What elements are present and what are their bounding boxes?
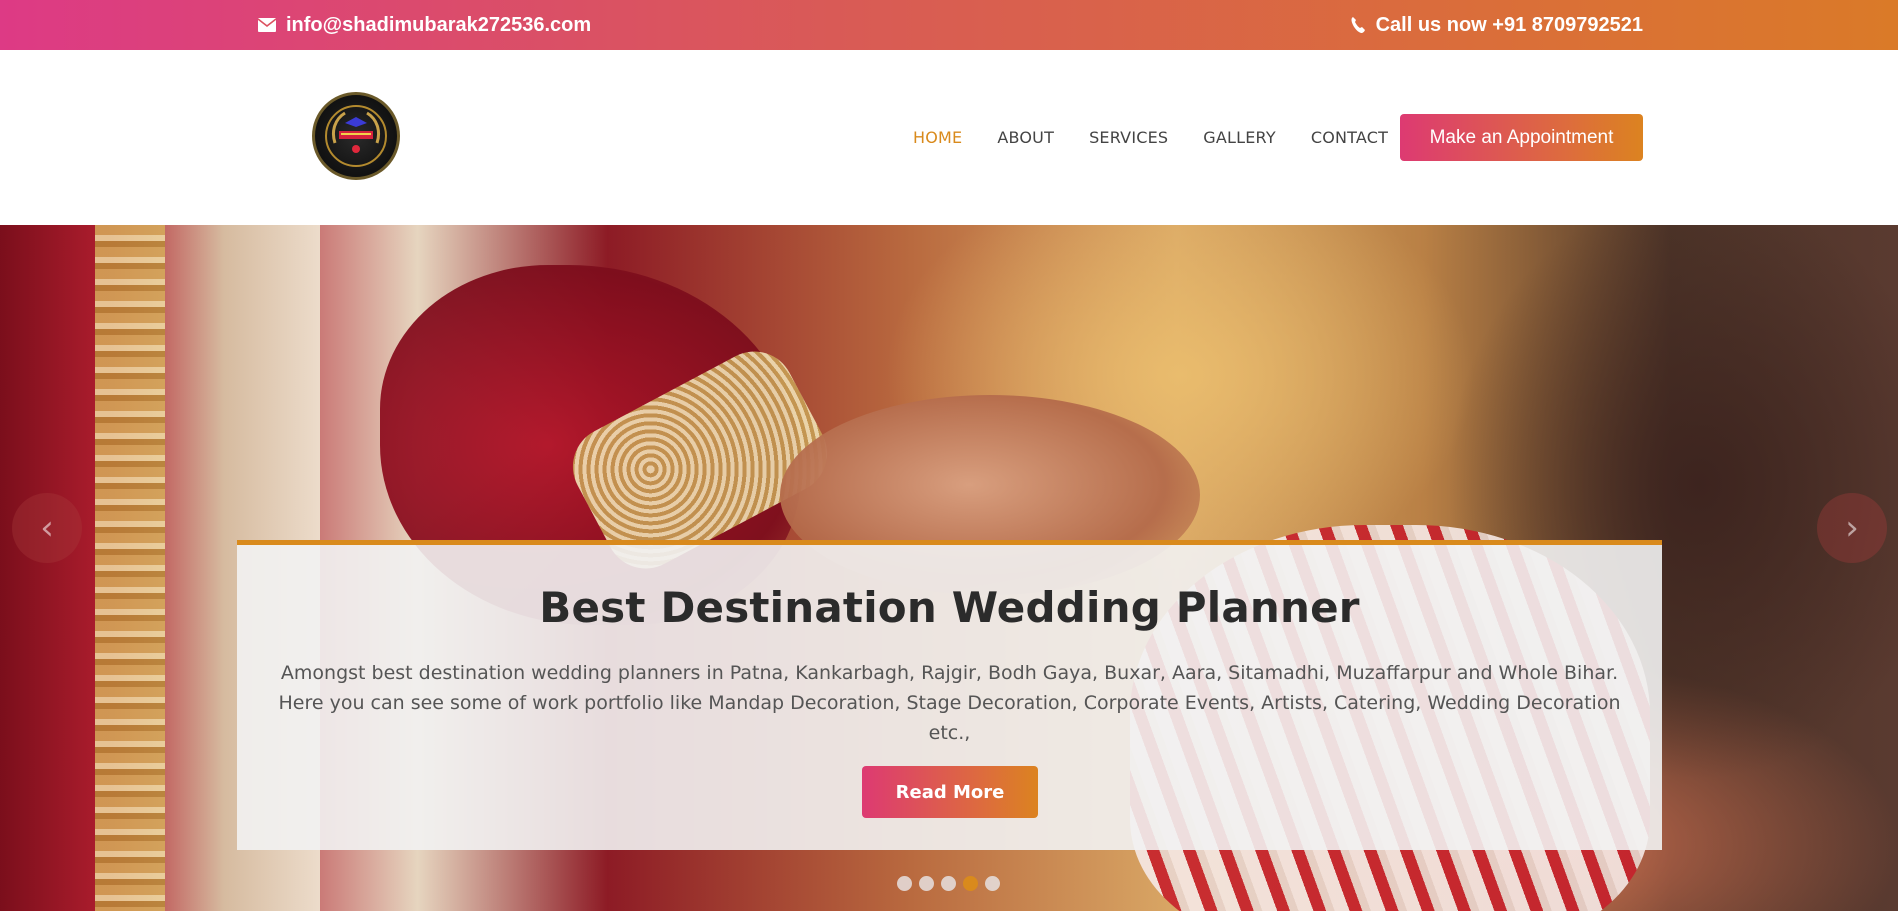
mail-icon	[258, 18, 276, 32]
chevron-right-icon: ›	[1845, 508, 1859, 548]
nav-services[interactable]: SERVICES	[1089, 128, 1168, 147]
top-bar: info@shadimubarak272536.com Call us now …	[0, 0, 1898, 50]
slide-caption: Best Destination Wedding Planner Amongst…	[237, 540, 1662, 850]
main-nav: HOME ABOUT SERVICES GALLERY CONTACT	[913, 50, 1423, 225]
email-text[interactable]: info@shadimubarak272536.com	[286, 14, 591, 37]
slider-prev-button[interactable]: ‹	[12, 493, 82, 563]
hero-slider: ‹ › Best Destination Wedding Planner Amo…	[0, 225, 1898, 911]
read-more-button[interactable]: Read More	[862, 766, 1038, 818]
topbar-email[interactable]: info@shadimubarak272536.com	[258, 0, 591, 50]
hero-background-embroidery	[95, 225, 165, 911]
nav-about[interactable]: ABOUT	[997, 128, 1054, 147]
nav-contact[interactable]: CONTACT	[1311, 128, 1388, 147]
slider-dot-3[interactable]	[941, 876, 956, 891]
slider-dot-5[interactable]	[985, 876, 1000, 891]
chevron-left-icon: ‹	[40, 508, 54, 548]
slide-title: Best Destination Wedding Planner	[539, 583, 1360, 632]
brand-logo[interactable]	[312, 92, 400, 180]
slider-dot-2[interactable]	[919, 876, 934, 891]
slider-dot-1[interactable]	[897, 876, 912, 891]
make-appointment-button[interactable]: Make an Appointment	[1400, 114, 1643, 161]
slide-description: Amongst best destination wedding planner…	[237, 658, 1662, 748]
site-header: HOME ABOUT SERVICES GALLERY CONTACT Make…	[0, 50, 1898, 225]
slider-dot-4[interactable]	[963, 876, 978, 891]
nav-gallery[interactable]: GALLERY	[1203, 128, 1276, 147]
logo-emblem-icon	[325, 105, 387, 167]
slide-description-line-1: Amongst best destination wedding planner…	[280, 662, 1619, 684]
slider-dots	[897, 876, 1000, 891]
nav-home[interactable]: HOME	[913, 128, 962, 147]
phone-text[interactable]: Call us now +91 8709792521	[1376, 14, 1643, 37]
topbar-phone[interactable]: Call us now +91 8709792521	[1350, 0, 1643, 50]
slide-description-line-2: Here you can see some of work portfolio …	[278, 692, 1621, 744]
phone-icon	[1351, 17, 1365, 33]
slider-next-button[interactable]: ›	[1817, 493, 1887, 563]
